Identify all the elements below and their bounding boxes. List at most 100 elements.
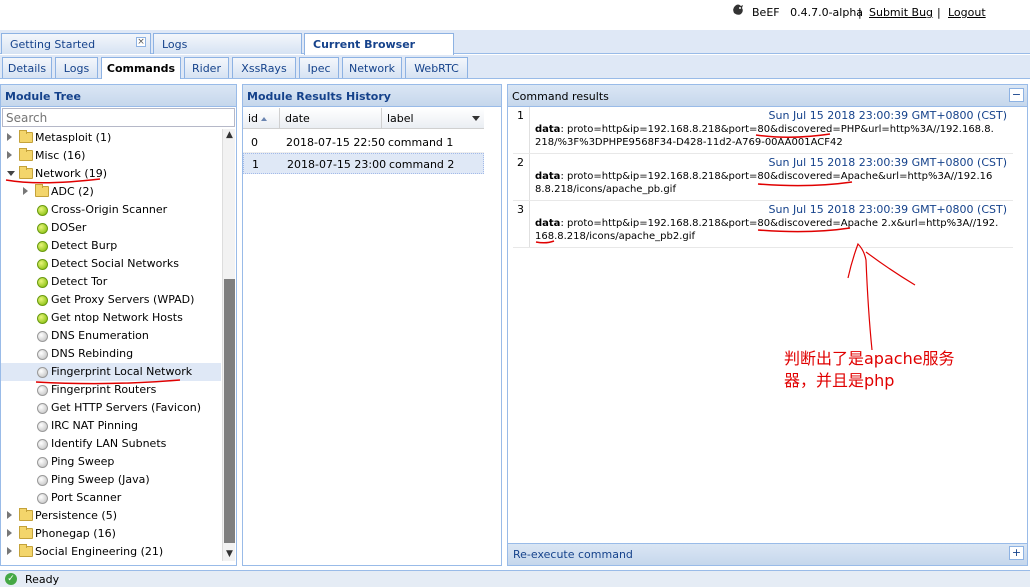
folder-icon (19, 130, 33, 143)
tab-webrtc[interactable]: WebRTC (405, 57, 468, 78)
submit-bug-link[interactable]: Submit Bug (869, 6, 933, 19)
tree-node-label: Persistence (5) (35, 509, 117, 522)
tab-commands[interactable]: Commands (101, 57, 181, 79)
module-status-grey-icon (37, 403, 48, 414)
tree-scrollbar[interactable]: ▲ ▼ (222, 129, 235, 561)
tree-folder[interactable]: ADC (2) (1, 183, 221, 201)
module-status-green-icon (37, 241, 48, 252)
tree-folder[interactable]: Misc (16) (1, 147, 221, 165)
tree-module[interactable]: Get ntop Network Hosts (1, 309, 221, 327)
main-tab-bar: Getting Started × Logs Current Browser (0, 30, 1030, 55)
tab-details[interactable]: Details (2, 57, 52, 78)
tree-node-label: Misc (16) (35, 149, 86, 162)
tree-folder[interactable]: Social Engineering (21) (1, 543, 221, 561)
close-icon[interactable]: × (136, 37, 146, 47)
tab-logs-sub[interactable]: Logs (55, 57, 98, 78)
module-status-grey-icon (37, 367, 48, 378)
expand-arrow-right-icon[interactable] (7, 511, 12, 519)
module-tree-title: Module Tree (1, 85, 236, 107)
result-data: data: proto=http&ip=192.168.8.218&port=8… (535, 218, 999, 242)
tree-module[interactable]: DNS Enumeration (1, 327, 221, 345)
tree-module[interactable]: Fingerprint Routers (1, 381, 221, 399)
module-status-green-icon (37, 295, 48, 306)
search-input[interactable] (2, 108, 235, 127)
scroll-up-icon[interactable]: ▲ (223, 129, 236, 142)
cell-date: 2018-07-15 22:50 (286, 136, 386, 149)
tree-module[interactable]: DOSer (1, 219, 221, 237)
check-icon: ✓ (5, 573, 17, 585)
module-status-green-icon (37, 277, 48, 288)
cell-id: 1 (252, 158, 259, 171)
tab-xssrays[interactable]: XssRays (232, 57, 296, 78)
tree-module[interactable]: Get Proxy Servers (WPAD) (1, 291, 221, 309)
tree-module[interactable]: Ping Sweep (1, 453, 221, 471)
tab-current-browser[interactable]: Current Browser (304, 33, 454, 55)
tree-module[interactable]: Detect Social Networks (1, 255, 221, 273)
tree-module[interactable]: Fingerprint Local Network (1, 363, 221, 381)
tree-node-label: Ping Sweep (51, 455, 115, 468)
module-status-green-icon (37, 223, 48, 234)
tab-network[interactable]: Network (342, 57, 402, 78)
tree-node-label: Get ntop Network Hosts (51, 311, 183, 324)
tree-node-label: Port Scanner (51, 491, 122, 504)
column-id[interactable]: id (243, 108, 280, 129)
scroll-thumb[interactable] (224, 279, 235, 543)
folder-icon (19, 544, 33, 557)
tree-node-label: IRC NAT Pinning (51, 419, 139, 432)
module-tree-panel: Module Tree Metasploit (1) Misc (16) Netwo… (0, 84, 237, 566)
expand-icon[interactable]: + (1009, 546, 1024, 560)
tree-node-label: DNS Rebinding (51, 347, 134, 360)
module-status-grey-icon (37, 493, 48, 504)
tree-folder[interactable]: Persistence (5) (1, 507, 221, 525)
annotation-note: 判断出了是apache服务 器，并且是php (784, 349, 955, 390)
table-row[interactable]: 1 2018-07-15 23:00 command 2 (243, 153, 484, 174)
tree-module[interactable]: Detect Burp (1, 237, 221, 255)
table-row[interactable]: 0 2018-07-15 22:50 command 1 (243, 132, 484, 153)
tab-logs[interactable]: Logs (153, 33, 302, 54)
tree-node-label: Identify LAN Subnets (51, 437, 167, 450)
tree-node-label: Detect Tor (51, 275, 108, 288)
status-bar: ✓ Ready (0, 570, 1030, 587)
column-date[interactable]: date (280, 108, 382, 129)
logout-link[interactable]: Logout (948, 6, 986, 19)
tree-module[interactable]: IRC NAT Pinning (1, 417, 221, 435)
tree-node-label: Get Proxy Servers (WPAD) (51, 293, 195, 306)
expand-arrow-right-icon[interactable] (7, 133, 12, 141)
tree-folder[interactable]: Phonegap (16) (1, 525, 221, 543)
column-label[interactable]: label (382, 108, 484, 129)
module-status-grey-icon (37, 421, 48, 432)
tree-module[interactable]: Identify LAN Subnets (1, 435, 221, 453)
result-item: 3 Sun Jul 15 2018 23:00:39 GMT+0800 (CST… (513, 201, 1013, 248)
cell-date: 2018-07-15 23:00 (287, 158, 387, 171)
tree-node-label: Social Engineering (21) (35, 545, 164, 558)
reexecute-bar: Re-execute command (508, 543, 1027, 565)
tree-module[interactable]: Get HTTP Servers (Favicon) (1, 399, 221, 417)
expand-arrow-right-icon[interactable] (7, 529, 12, 537)
tab-rider[interactable]: Rider (184, 57, 229, 78)
folder-icon (35, 184, 49, 197)
tab-getting-started[interactable]: Getting Started × (1, 33, 151, 54)
tree-module[interactable]: DNS Rebinding (1, 345, 221, 363)
expand-arrow-right-icon[interactable] (23, 187, 28, 195)
tree-node-label: DNS Enumeration (51, 329, 149, 342)
column-menu-icon[interactable] (472, 116, 480, 121)
expand-arrow-down-icon[interactable] (7, 171, 15, 176)
tree-folder[interactable]: Metasploit (1) (1, 129, 221, 147)
tree-folder[interactable]: Network (19) (1, 165, 221, 183)
tree-module[interactable]: Port Scanner (1, 489, 221, 507)
tab-ipec[interactable]: Ipec (299, 57, 339, 78)
tree-node-label: Get HTTP Servers (Favicon) (51, 401, 202, 414)
tree-node-label: Phonegap (16) (35, 527, 116, 540)
expand-arrow-right-icon[interactable] (7, 151, 12, 159)
tree-module[interactable]: Ping Sweep (Java) (1, 471, 221, 489)
expand-arrow-right-icon[interactable] (7, 547, 12, 555)
scroll-down-icon[interactable]: ▼ (223, 548, 236, 561)
module-status-green-icon (37, 259, 48, 270)
tree-module[interactable]: Detect Tor (1, 273, 221, 291)
brand-name: BeEF 0.4.7.0-alpha (752, 6, 864, 19)
collapse-icon[interactable]: − (1009, 88, 1024, 102)
tree-node-label: Fingerprint Routers (51, 383, 157, 396)
tree-node-label: Detect Burp (51, 239, 118, 252)
tree-module[interactable]: Cross-Origin Scanner (1, 201, 221, 219)
result-data: data: proto=http&ip=192.168.8.218&port=8… (535, 124, 994, 148)
